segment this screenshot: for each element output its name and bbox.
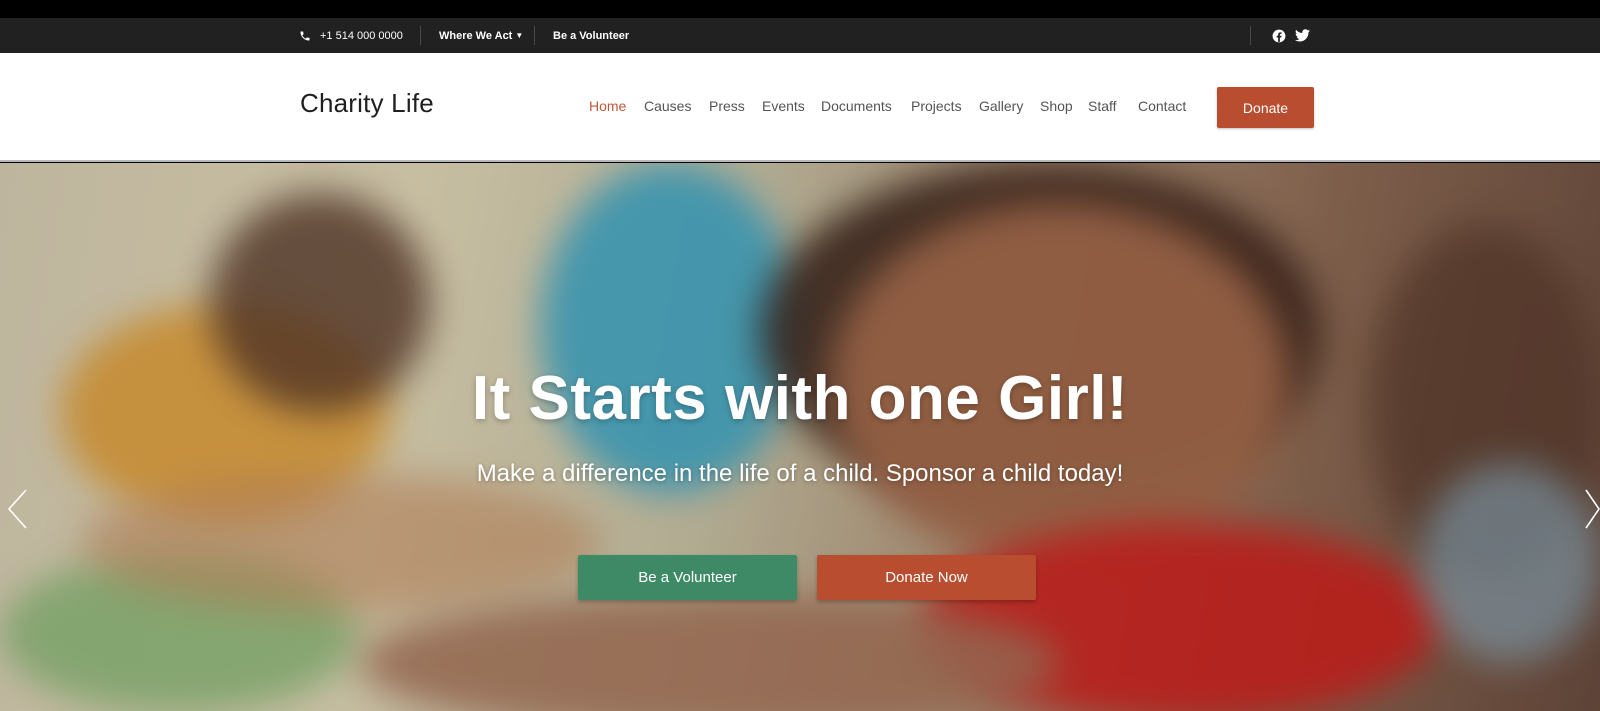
site-logo[interactable]: Charity Life: [300, 88, 434, 119]
donate-now-button[interactable]: Donate Now: [817, 555, 1036, 600]
chevron-down-icon: ▼: [515, 31, 524, 40]
phone-icon: [300, 31, 310, 40]
be-volunteer-link[interactable]: Be a Volunteer: [553, 18, 629, 53]
twitter-icon: [1295, 29, 1310, 42]
nav-causes[interactable]: Causes: [644, 98, 691, 114]
nav-projects[interactable]: Projects: [911, 98, 962, 114]
nav-contact[interactable]: Contact: [1138, 98, 1186, 114]
hero-slider: It Starts with one Girl! Make a differen…: [0, 163, 1600, 711]
twitter-link[interactable]: [1295, 18, 1310, 53]
hero-title: It Starts with one Girl!: [471, 364, 1129, 433]
nav-documents[interactable]: Documents: [821, 98, 892, 114]
be-volunteer-button[interactable]: Be a Volunteer: [578, 555, 797, 600]
chevron-left-icon[interactable]: [6, 488, 28, 530]
nav-events[interactable]: Events: [762, 98, 805, 114]
donate-button[interactable]: Donate: [1217, 87, 1314, 128]
facebook-icon: [1272, 29, 1286, 42]
topbar-divider: [420, 26, 421, 45]
chevron-right-icon[interactable]: [1584, 488, 1600, 530]
nav-shop[interactable]: Shop: [1040, 98, 1073, 114]
nav-home[interactable]: Home: [589, 98, 626, 114]
main-header: Charity Life Home Causes Press Events Do…: [0, 53, 1600, 162]
where-we-act-dropdown[interactable]: Where We Act ▼: [439, 18, 523, 53]
top-black-strip: [0, 0, 1600, 18]
phone-link[interactable]: +1 514 000 0000: [299, 18, 403, 53]
hero-overlay: [0, 163, 1600, 711]
topbar-divider: [1250, 26, 1251, 45]
facebook-link[interactable]: [1272, 18, 1286, 53]
nav-press[interactable]: Press: [709, 98, 745, 114]
topbar-divider: [534, 26, 535, 45]
phone-number: +1 514 000 0000: [320, 29, 403, 42]
nav-gallery[interactable]: Gallery: [979, 98, 1023, 114]
nav-staff[interactable]: Staff: [1088, 98, 1117, 114]
hero-subtitle: Make a difference in the life of a child…: [476, 460, 1124, 487]
topbar: +1 514 000 0000 Where We Act ▼ Be a Volu…: [0, 18, 1600, 53]
where-we-act-label: Where We Act: [439, 29, 513, 42]
